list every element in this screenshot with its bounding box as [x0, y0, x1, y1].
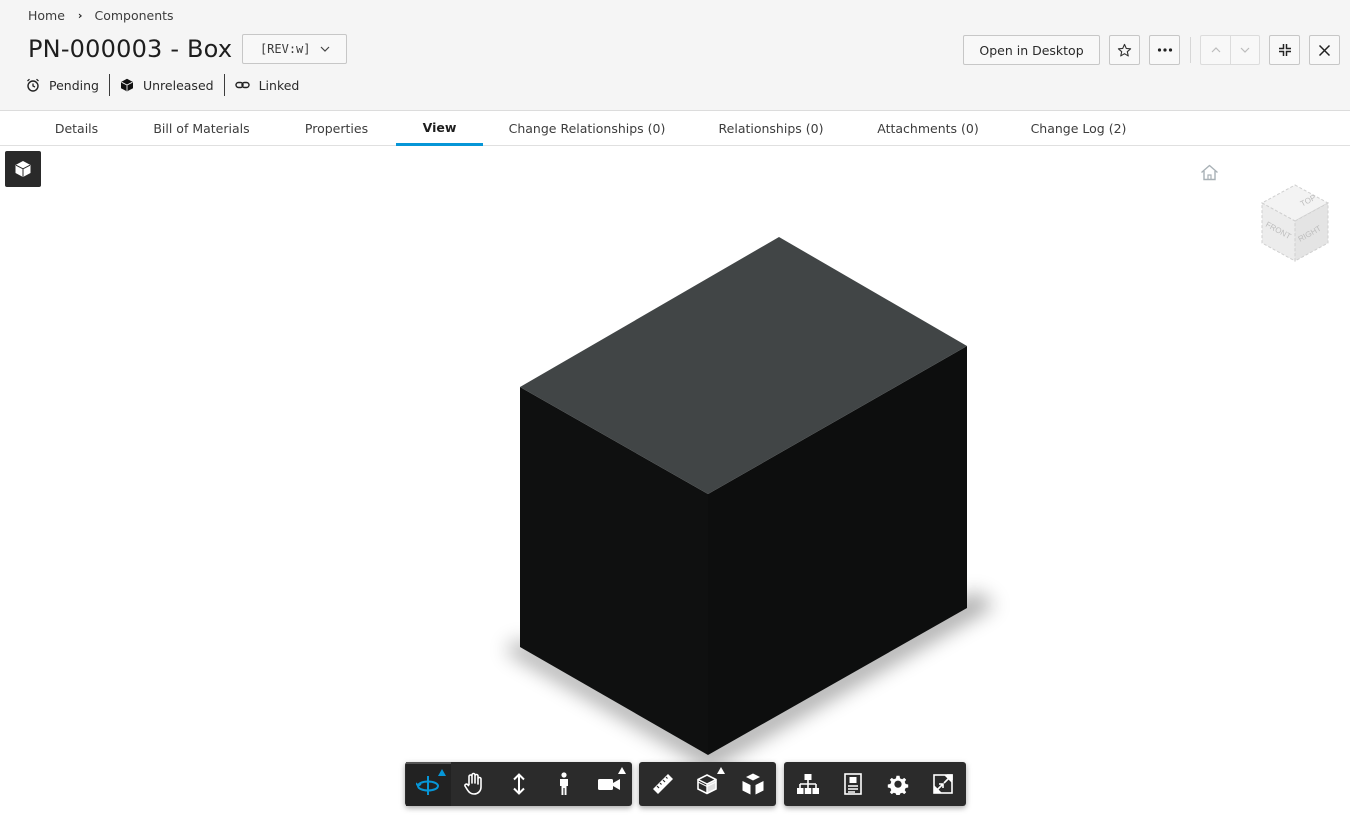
previous-record-button[interactable] [1200, 35, 1230, 65]
record-navigation [1200, 35, 1260, 65]
close-button[interactable] [1309, 35, 1340, 65]
tab-properties[interactable]: Properties [290, 111, 383, 146]
model-browser-icon [796, 774, 819, 794]
alarm-clock-icon [27, 78, 39, 92]
tab-details[interactable]: Details [34, 111, 119, 146]
fullscreen-tool[interactable] [920, 762, 965, 806]
zoom-tool[interactable] [496, 762, 541, 806]
lifecycle-status: Pending [26, 78, 99, 93]
measure-icon [652, 774, 673, 794]
explode-tool[interactable] [730, 762, 775, 806]
camera-icon [597, 779, 620, 790]
section-icon [696, 774, 717, 795]
flyout-indicator [717, 767, 725, 774]
breadcrumb-home[interactable]: Home [28, 8, 65, 23]
next-record-button[interactable] [1230, 35, 1260, 65]
release-status: Unreleased [120, 78, 214, 93]
measure-tool[interactable] [640, 762, 685, 806]
explode-icon [742, 773, 763, 795]
pan-icon [463, 772, 482, 795]
fullscreen-icon [932, 774, 953, 794]
close-icon [1318, 44, 1331, 56]
favorite-button[interactable] [1109, 35, 1140, 65]
collapse-icon [1278, 44, 1291, 56]
tab-bill-of-materials[interactable]: Bill of Materials [140, 111, 263, 146]
chevron-right-icon: › [77, 9, 83, 22]
settings-tool[interactable] [875, 762, 920, 806]
breadcrumb-components[interactable]: Components [94, 8, 173, 23]
analysis-toolbar [639, 762, 776, 806]
properties-icon [843, 773, 862, 795]
title-row: PN-000003 - Box [REV:w] [28, 34, 348, 64]
tab-bar: Details Bill of Materials Properties Vie… [0, 111, 1350, 146]
revision-label: [REV:w] [259, 42, 311, 56]
actions-divider [1190, 37, 1191, 63]
link-icon [234, 81, 250, 89]
properties-tool[interactable] [830, 762, 875, 806]
first-person-tool[interactable] [541, 762, 586, 806]
page-title: PN-000003 - Box [28, 35, 233, 63]
3d-viewer[interactable]: TOP FRONT RIGHT [0, 146, 1350, 817]
box-model[interactable] [0, 146, 1350, 817]
tab-attachments[interactable]: Attachments (0) [866, 111, 990, 146]
breadcrumb: Home › Components [28, 8, 174, 23]
more-button[interactable] [1149, 35, 1180, 65]
status-row: Pending Unreleased Linked [26, 74, 299, 96]
cube-icon [120, 78, 133, 92]
collapse-button[interactable] [1269, 35, 1300, 65]
open-in-desktop-button[interactable]: Open in Desktop [963, 35, 1100, 65]
chevron-down-icon [1240, 47, 1250, 53]
item-header: Home › Components PN-000003 - Box [REV:w… [0, 0, 1350, 111]
revision-dropdown[interactable]: [REV:w] [242, 34, 348, 64]
tab-change-relationships[interactable]: Change Relationships (0) [498, 111, 676, 146]
status-divider [108, 74, 110, 96]
pan-tool[interactable] [451, 762, 496, 806]
tab-change-log[interactable]: Change Log (2) [1020, 111, 1137, 146]
chevron-up-icon [1211, 47, 1220, 53]
first-person-icon [559, 772, 568, 795]
flyout-indicator [618, 767, 626, 774]
model-browser-tool[interactable] [785, 762, 830, 806]
flyout-indicator [438, 769, 446, 776]
star-icon [1117, 43, 1132, 56]
link-label: Linked [258, 77, 300, 93]
release-label: Unreleased [142, 77, 214, 93]
chevron-down-icon [320, 46, 329, 52]
settings-icon [887, 775, 908, 795]
section-tool[interactable] [685, 762, 730, 806]
tab-view[interactable]: View [396, 111, 483, 146]
settings-toolbar [784, 762, 966, 806]
more-icon [1157, 48, 1172, 52]
orbit-tool[interactable] [406, 762, 451, 806]
lifecycle-label: Pending [49, 77, 99, 93]
tab-relationships[interactable]: Relationships (0) [705, 111, 837, 146]
zoom-icon [512, 773, 525, 795]
navigation-toolbar [405, 762, 632, 806]
status-divider [223, 74, 225, 96]
header-actions: Open in Desktop [963, 35, 1340, 65]
camera-tool[interactable] [586, 762, 631, 806]
link-status: Linked [234, 77, 300, 93]
